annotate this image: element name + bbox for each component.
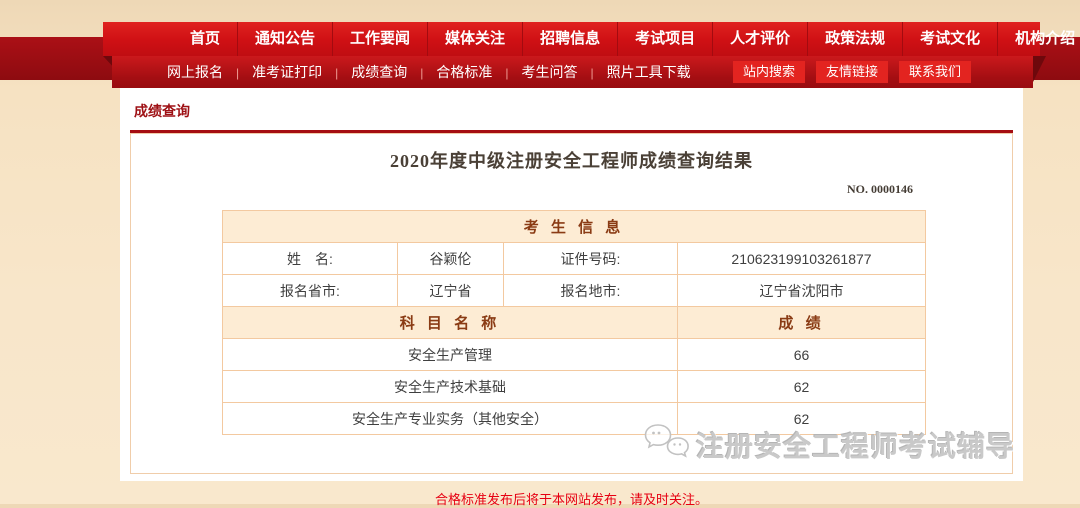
table-row: 姓 名: 谷颖伦 证件号码: 210623199103261877 (223, 243, 926, 275)
score-result-table: 考 生 信 息 姓 名: 谷颖伦 证件号码: 21062319910326187… (222, 210, 926, 435)
id-number-label: 证件号码: (504, 243, 678, 275)
province-value: 辽宁省 (398, 275, 504, 307)
table-row: 安全生产技术基础 62 (223, 371, 926, 403)
nav-item-exam-projects[interactable]: 考试项目 (618, 22, 713, 56)
utility-buttons: 站内搜索 友情链接 联系我们 (722, 56, 971, 88)
nav-item-recruitment[interactable]: 招聘信息 (523, 22, 618, 56)
primary-nav-list: 首页 通知公告 工作要闻 媒体关注 招聘信息 考试项目 人才评价 政策法规 考试… (103, 22, 1080, 56)
page-title: 2020年度中级注册安全工程师成绩查询结果 (131, 147, 1012, 173)
subject-score: 66 (678, 339, 926, 371)
nav-item-online-registration[interactable]: 网上报名 (167, 56, 223, 89)
nav-item-photo-tool[interactable]: 照片工具下载 (578, 56, 691, 89)
watermark: 注册安全工程师考试辅导 (644, 422, 1015, 467)
chat-bubbles-icon (644, 422, 690, 467)
subject-name: 安全生产专业实务（其他安全） (223, 403, 678, 435)
nav-item-notices[interactable]: 通知公告 (238, 22, 333, 56)
contact-us-button[interactable]: 联系我们 (899, 61, 971, 83)
subject-name: 安全生产技术基础 (223, 371, 678, 403)
content-panel: 成绩查询 2020年度中级注册安全工程师成绩查询结果 NO. 0000146 考… (120, 88, 1023, 481)
secondary-nav: 网上报名 准考证打印 成绩查询 合格标准 考生问答 照片工具下载 站内搜索 友情… (112, 56, 1033, 88)
city-label: 报名地市: (504, 275, 678, 307)
table-row: 考 生 信 息 (223, 211, 926, 243)
friend-links-button[interactable]: 友情链接 (816, 61, 888, 83)
nav-item-media[interactable]: 媒体关注 (428, 22, 523, 56)
site-search-button[interactable]: 站内搜索 (733, 61, 805, 83)
breadcrumb: 成绩查询 (134, 101, 190, 121)
id-number-value: 210623199103261877 (678, 243, 926, 275)
serial-number: NO. 0000146 (847, 182, 913, 197)
name-label: 姓 名: (223, 243, 398, 275)
table-row: 安全生产管理 66 (223, 339, 926, 371)
table-row: 报名省市: 辽宁省 报名地市: 辽宁省沈阳市 (223, 275, 926, 307)
candidate-info-header: 考 生 信 息 (223, 211, 926, 243)
nav-item-score-query[interactable]: 成绩查询 (322, 56, 407, 89)
nav-item-talent-eval[interactable]: 人才评价 (713, 22, 808, 56)
score-column-header: 成 绩 (678, 307, 926, 339)
table-row: 科 目 名 称 成 绩 (223, 307, 926, 339)
subject-score: 62 (678, 371, 926, 403)
nav-item-home[interactable]: 首页 (173, 22, 238, 56)
province-label: 报名省市: (223, 275, 398, 307)
subject-column-header: 科 目 名 称 (223, 307, 678, 339)
nav-item-work-news[interactable]: 工作要闻 (333, 22, 428, 56)
nav-item-about[interactable]: 机构介绍 (998, 22, 1080, 56)
nav-item-policies[interactable]: 政策法规 (808, 22, 903, 56)
primary-nav: 首页 通知公告 工作要闻 媒体关注 招聘信息 考试项目 人才评价 政策法规 考试… (103, 22, 1040, 56)
watermark-text: 注册安全工程师考试辅导 (696, 425, 1015, 465)
pass-standard-notice: 合格标准发布后将于本网站发布，请及时关注。 (131, 489, 1012, 508)
city-value: 辽宁省沈阳市 (678, 275, 926, 307)
nav-item-admission-ticket[interactable]: 准考证打印 (223, 56, 322, 89)
nav-item-pass-standard[interactable]: 合格标准 (407, 56, 492, 89)
nav-item-candidate-faq[interactable]: 考生问答 (492, 56, 577, 89)
nav-item-exam-culture[interactable]: 考试文化 (903, 22, 998, 56)
name-value: 谷颖伦 (398, 243, 504, 275)
subject-name: 安全生产管理 (223, 339, 678, 371)
